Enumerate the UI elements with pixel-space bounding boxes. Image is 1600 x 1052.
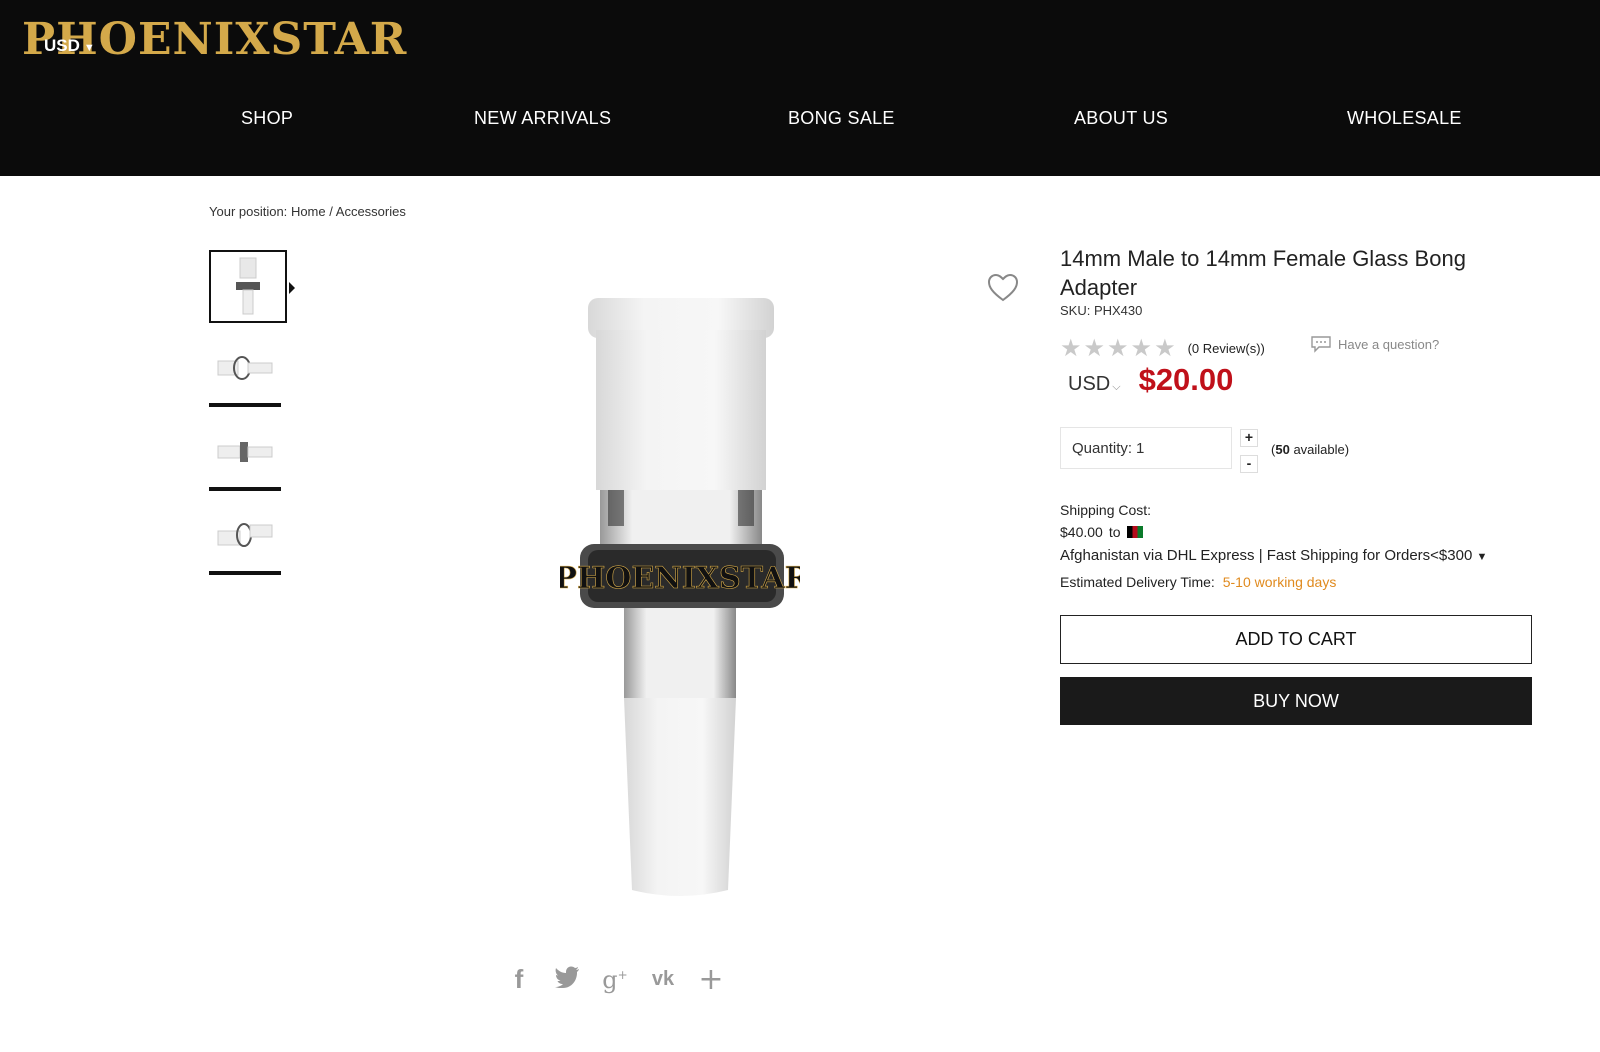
twitter-icon[interactable] <box>554 965 580 995</box>
add-to-cart-button[interactable]: ADD TO CART <box>1060 615 1532 664</box>
star-icon[interactable]: ★ <box>1060 334 1082 363</box>
star-icon[interactable]: ★ <box>1131 334 1153 363</box>
nav-bong-sale[interactable]: BONG SALE <box>788 108 895 129</box>
chat-bubble-icon <box>1311 336 1331 353</box>
product-price: $20.00 <box>1138 362 1234 397</box>
thumbnail-1[interactable] <box>209 250 295 323</box>
chevron-down-icon: ⌵ <box>1112 381 1121 393</box>
quantity-input[interactable] <box>1132 439 1177 457</box>
ask-question-label: Have a question? <box>1338 336 1440 352</box>
thumbnail-image <box>236 257 260 314</box>
thumbnail-image <box>217 523 273 547</box>
nav-new-arrivals[interactable]: NEW ARRIVALS <box>474 108 611 129</box>
delivery-label: Estimated Delivery Time: <box>1060 574 1215 590</box>
thumbnail-2[interactable] <box>209 333 281 407</box>
star-icon[interactable]: ★ <box>1084 334 1106 363</box>
product-main-image[interactable]: PHOENIXSTAR <box>554 290 811 950</box>
breadcrumb-current[interactable]: Accessories <box>336 204 406 219</box>
currency-label: USD <box>44 36 80 55</box>
active-thumbnail-arrow-icon <box>289 282 295 294</box>
quantity-decrease-button[interactable]: - <box>1240 455 1258 473</box>
thumbnail-image <box>217 442 273 462</box>
svg-text:PHOENIXSTAR: PHOENIXSTAR <box>560 561 800 596</box>
shipping-method-label: Afghanistan via DHL Express | Fast Shipp… <box>1060 547 1473 564</box>
price-row: USD ⌵ $20.00 <box>1068 362 1233 398</box>
star-icon[interactable]: ★ <box>1154 334 1176 363</box>
review-count[interactable]: (0 Review(s)) <box>1188 341 1265 356</box>
quantity-field: Quantity: <box>1060 427 1232 469</box>
afghanistan-flag-icon <box>1126 526 1143 538</box>
glass-adapter-image: PHOENIXSTAR <box>554 298 811 896</box>
shipping-to-label: to <box>1108 524 1121 540</box>
quantity-increase-button[interactable]: + <box>1240 429 1258 447</box>
thumbnail-4[interactable] <box>209 501 281 575</box>
breadcrumb-prefix: Your position: <box>209 204 288 219</box>
thumbnail-image <box>217 356 273 380</box>
price-currency-selector[interactable]: USD ⌵ <box>1068 373 1121 396</box>
nav-shop[interactable]: SHOP <box>241 108 293 129</box>
ask-question-link[interactable]: Have a question? <box>1310 335 1439 353</box>
site-header: PHOENIXSTAR USD ▼ SHOP NEW ARRIVALS BONG … <box>0 0 1600 176</box>
estimated-delivery: Estimated Delivery Time: 5-10 working da… <box>1060 574 1336 590</box>
breadcrumb-home[interactable]: Home <box>291 204 326 219</box>
shipping-label: Shipping Cost: <box>1060 502 1152 518</box>
rating-stars: ★ ★ ★ ★ ★ (0 Review(s)) <box>1060 334 1265 363</box>
nav-about-us[interactable]: ABOUT US <box>1074 108 1168 129</box>
star-icon[interactable]: ★ <box>1107 334 1129 363</box>
breadcrumb-separator: / <box>329 204 333 219</box>
currency-selector[interactable]: USD ▼ <box>44 36 95 56</box>
product-title: 14mm Male to 14mm Female Glass Bong Adap… <box>1060 246 1466 300</box>
caret-down-icon: ▼ <box>1476 551 1488 563</box>
buy-now-button[interactable]: BUY NOW <box>1060 677 1532 725</box>
product-sku: SKU: PHX430 <box>1060 303 1143 318</box>
vk-icon[interactable]: vk <box>650 968 676 991</box>
stock-available: (50 available) <box>1271 442 1350 457</box>
nav-wholesale[interactable]: WHOLESALE <box>1347 108 1462 129</box>
quantity-label: Quantity: <box>1072 439 1133 457</box>
thumbnail-gallery <box>209 250 295 585</box>
chevron-down-icon: ▼ <box>83 42 95 54</box>
breadcrumb: Your position: Home / Accessories <box>209 204 406 219</box>
main-nav: SHOP NEW ARRIVALS BONG SALE ABOUT US WHO… <box>0 108 1600 138</box>
shipping-method-dropdown[interactable]: Afghanistan via DHL Express | Fast Shipp… <box>1060 547 1487 564</box>
share-bar: f g+ vk + <box>506 962 724 997</box>
more-share-icon[interactable]: + <box>698 962 724 997</box>
thumbnail-3[interactable] <box>209 417 281 491</box>
delivery-days: 5-10 working days <box>1222 574 1337 590</box>
shipping-cost: $40.00 to <box>1060 524 1143 540</box>
google-plus-icon[interactable]: g+ <box>602 966 628 994</box>
wishlist-heart-icon[interactable] <box>987 273 1019 307</box>
shipping-cost-value: $40.00 <box>1060 524 1103 540</box>
facebook-icon[interactable]: f <box>506 964 532 995</box>
